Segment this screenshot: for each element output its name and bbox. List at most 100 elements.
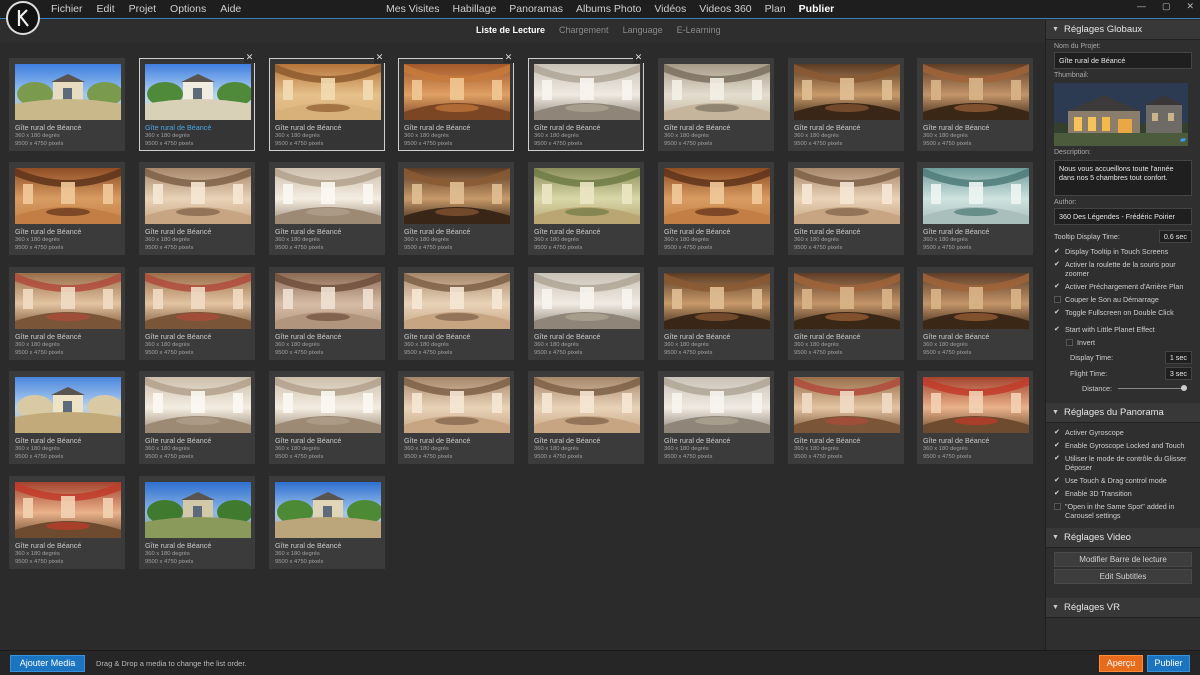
edit-subtitles-button[interactable]: Edit Subtitles bbox=[1054, 569, 1192, 584]
media-card[interactable]: Gîte rural de Béancé 360 x 180 degrés 9500… bbox=[528, 52, 644, 151]
checkbox-row[interactable]: ✔ Activer Préchargement d'Arrière Plan bbox=[1046, 280, 1200, 293]
media-card[interactable]: Gîte rural de Béancé 360 x 180 degrés 9500… bbox=[139, 52, 255, 151]
checkbox-row[interactable]: ✔ Enable Gyroscope Locked and Touch bbox=[1046, 439, 1200, 452]
subtab-liste-de-lecture[interactable]: Liste de Lecture bbox=[476, 25, 545, 35]
checkbox-row[interactable]: ✔ Display Tooltip in Touch Screens bbox=[1046, 245, 1200, 258]
media-card[interactable]: Gîte rural de Béancé 360 x 180 degrés 9500… bbox=[917, 162, 1033, 255]
section-title: Réglages Video bbox=[1064, 532, 1131, 543]
tab-vidéos[interactable]: Vidéos bbox=[654, 3, 686, 15]
menu-fichier[interactable]: Fichier bbox=[51, 3, 83, 15]
media-card[interactable]: Gîte rural de Béancé 360 x 180 degrés 9500… bbox=[269, 52, 385, 151]
media-card[interactable]: Gîte rural de Béancé 360 x 180 degrés 9500… bbox=[9, 267, 125, 360]
subtab-e-learning[interactable]: E-Learning bbox=[677, 25, 721, 35]
section-panorama-header[interactable]: ▼ Réglages du Panorama bbox=[1046, 403, 1200, 423]
checkbox-row[interactable]: ✔ Utiliser le mode de contrôle du Glisser… bbox=[1046, 452, 1200, 474]
media-card[interactable]: Gîte rural de Béancé 360 x 180 degrés 9500… bbox=[658, 58, 774, 151]
checkbox-row[interactable]: Couper le Son au Démarrage bbox=[1046, 293, 1200, 306]
section-video-header[interactable]: ▼ Réglages Video bbox=[1046, 528, 1200, 548]
checkbox-row[interactable]: ✔ Activer la roulette de la souris pour z… bbox=[1046, 258, 1200, 280]
checkbox-row[interactable]: "Open in the Same Spot" added in Carouse… bbox=[1046, 500, 1200, 522]
add-media-button[interactable]: Ajouter Media bbox=[10, 655, 85, 672]
global-checkboxes: ✔ Display Tooltip in Touch Screens ✔ Active… bbox=[1046, 245, 1200, 319]
media-card[interactable]: Gîte rural de Béancé 360 x 180 degrés 9500… bbox=[139, 162, 255, 255]
checkbox-row[interactable]: ✔ Use Touch & Drag control mode bbox=[1046, 474, 1200, 487]
media-card[interactable]: Gîte rural de Béancé 360 x 180 degrés 9500… bbox=[269, 476, 385, 569]
checkbox-row[interactable]: ✔ Toggle Fullscreen on Double Click bbox=[1046, 306, 1200, 319]
invert-checkbox[interactable]: Invert bbox=[1046, 336, 1200, 349]
tab-videos-360[interactable]: Videos 360 bbox=[699, 3, 751, 15]
media-card[interactable]: Gîte rural de Béancé 360 x 180 degrés 9500… bbox=[788, 267, 904, 360]
description-textarea[interactable]: Nous vous accueillons toute l'année dans… bbox=[1054, 160, 1192, 196]
section-vr-header[interactable]: ▼ Réglages VR bbox=[1046, 598, 1200, 618]
menu-edit[interactable]: Edit bbox=[97, 3, 115, 15]
media-card[interactable]: Gîte rural de Béancé 360 x 180 degrés 9500… bbox=[788, 371, 904, 464]
subtab-language[interactable]: Language bbox=[623, 25, 663, 35]
menu-options[interactable]: Options bbox=[170, 3, 206, 15]
media-card[interactable]: Gîte rural de Béancé 360 x 180 degrés 9500… bbox=[917, 58, 1033, 151]
checkbox-row[interactable]: ✔ Enable 3D Transition bbox=[1046, 487, 1200, 500]
media-card[interactable]: Gîte rural de Béancé 360 x 180 degrés 9500… bbox=[917, 371, 1033, 464]
tab-habillage[interactable]: Habillage bbox=[453, 3, 497, 15]
media-card[interactable]: Gîte rural de Béancé 360 x 180 degrés 9500… bbox=[269, 267, 385, 360]
edit-playbar-button[interactable]: Modifier Barre de lecture bbox=[1054, 552, 1192, 567]
media-card[interactable]: Gîte rural de Béancé 360 x 180 degrés 9500… bbox=[658, 267, 774, 360]
media-card[interactable]: Gîte rural de Béancé 360 x 180 degrés 9500… bbox=[658, 371, 774, 464]
remove-icon[interactable]: ✕ bbox=[503, 52, 514, 63]
maximize-icon[interactable]: ▢ bbox=[1162, 1, 1171, 12]
media-card[interactable]: Gîte rural de Béancé 360 x 180 degrés 9500… bbox=[398, 52, 514, 151]
flight-time-input[interactable]: 3 sec bbox=[1164, 366, 1192, 380]
media-card[interactable]: Gîte rural de Béancé 360 x 180 degrés 9500… bbox=[398, 267, 514, 360]
tab-publier[interactable]: Publier bbox=[799, 3, 835, 15]
media-card[interactable]: Gîte rural de Béancé 360 x 180 degrés 9500… bbox=[9, 371, 125, 464]
menu-aide[interactable]: Aide bbox=[220, 3, 241, 15]
tab-albums-photo[interactable]: Albums Photo bbox=[576, 3, 641, 15]
media-card[interactable]: Gîte rural de Béancé 360 x 180 degrés 9500… bbox=[9, 58, 125, 151]
media-card[interactable]: Gîte rural de Béancé 360 x 180 degrés 9500… bbox=[139, 267, 255, 360]
panorama-thumbnail bbox=[534, 273, 640, 329]
media-card[interactable]: Gîte rural de Béancé 360 x 180 degrés 9500… bbox=[528, 162, 644, 255]
media-card[interactable]: Gîte rural de Béancé 360 x 180 degrés 9500… bbox=[788, 58, 904, 151]
distance-slider[interactable] bbox=[1117, 384, 1187, 391]
media-resolution: 9500 x 4750 pixels bbox=[145, 245, 194, 251]
media-card[interactable]: Gîte rural de Béancé 360 x 180 degrés 9500… bbox=[139, 476, 255, 569]
tooltip-time-input[interactable]: 0.6 sec bbox=[1158, 229, 1192, 243]
preview-button[interactable]: Aperçu bbox=[1099, 655, 1143, 672]
tab-plan[interactable]: Plan bbox=[765, 3, 786, 15]
project-thumbnail[interactable]: ▰ bbox=[1054, 83, 1188, 146]
media-resolution: 9500 x 4750 pixels bbox=[923, 454, 972, 460]
media-title: Gîte rural de Béancé bbox=[15, 227, 82, 236]
publish-button[interactable]: Publier bbox=[1147, 655, 1190, 672]
author-input[interactable]: 360 Des Légendes - Frédéric Poirier bbox=[1054, 208, 1192, 225]
checkbox-row[interactable]: ✔ Activer Gyroscope bbox=[1046, 426, 1200, 439]
remove-icon[interactable]: ✕ bbox=[374, 52, 385, 63]
media-card[interactable]: Gîte rural de Béancé 360 x 180 degrés 9500… bbox=[139, 371, 255, 464]
remove-icon[interactable]: ✕ bbox=[633, 52, 644, 63]
tab-panoramas[interactable]: Panoramas bbox=[509, 3, 563, 15]
media-card[interactable]: Gîte rural de Béancé 360 x 180 degrés 9500… bbox=[398, 162, 514, 255]
media-card[interactable]: Gîte rural de Béancé 360 x 180 degrés 9500… bbox=[9, 476, 125, 569]
media-resolution: 9500 x 4750 pixels bbox=[794, 141, 843, 147]
media-card[interactable]: Gîte rural de Béancé 360 x 180 degrés 9500… bbox=[269, 371, 385, 464]
section-global-header[interactable]: ▼ Réglages Globaux bbox=[1046, 20, 1200, 40]
media-card[interactable]: Gîte rural de Béancé 360 x 180 degrés 9500… bbox=[917, 267, 1033, 360]
menu-projet[interactable]: Projet bbox=[129, 3, 156, 15]
media-card[interactable]: Gîte rural de Béancé 360 x 180 degrés 9500… bbox=[528, 267, 644, 360]
minimize-icon[interactable]: — bbox=[1137, 1, 1146, 12]
tab-mes-visites[interactable]: Mes Visites bbox=[386, 3, 440, 15]
close-window-icon[interactable]: ✕ bbox=[1186, 1, 1194, 12]
little-planet-checkbox[interactable]: ✔ Start with Little Planet Effect bbox=[1046, 323, 1200, 336]
media-card[interactable]: Gîte rural de Béancé 360 x 180 degrés 9500… bbox=[658, 162, 774, 255]
display-time-input[interactable]: 1 sec bbox=[1164, 350, 1192, 364]
media-card[interactable]: Gîte rural de Béancé 360 x 180 degrés 9500… bbox=[9, 162, 125, 255]
subtab-chargement[interactable]: Chargement bbox=[559, 25, 609, 35]
media-card[interactable]: Gîte rural de Béancé 360 x 180 degrés 9500… bbox=[528, 371, 644, 464]
project-name-input[interactable]: Gîte rural de Béancé bbox=[1054, 52, 1192, 69]
remove-icon[interactable]: ✕ bbox=[244, 52, 255, 63]
media-card[interactable]: Gîte rural de Béancé 360 x 180 degrés 9500… bbox=[269, 162, 385, 255]
media-card[interactable]: Gîte rural de Béancé 360 x 180 degrés 9500… bbox=[788, 162, 904, 255]
slider-handle[interactable] bbox=[1180, 384, 1187, 391]
check-icon: ✔ bbox=[1054, 455, 1060, 462]
app-logo-icon[interactable] bbox=[6, 1, 40, 35]
media-card[interactable]: Gîte rural de Béancé 360 x 180 degrés 9500… bbox=[398, 371, 514, 464]
folder-icon[interactable]: ▰ bbox=[1180, 135, 1186, 144]
